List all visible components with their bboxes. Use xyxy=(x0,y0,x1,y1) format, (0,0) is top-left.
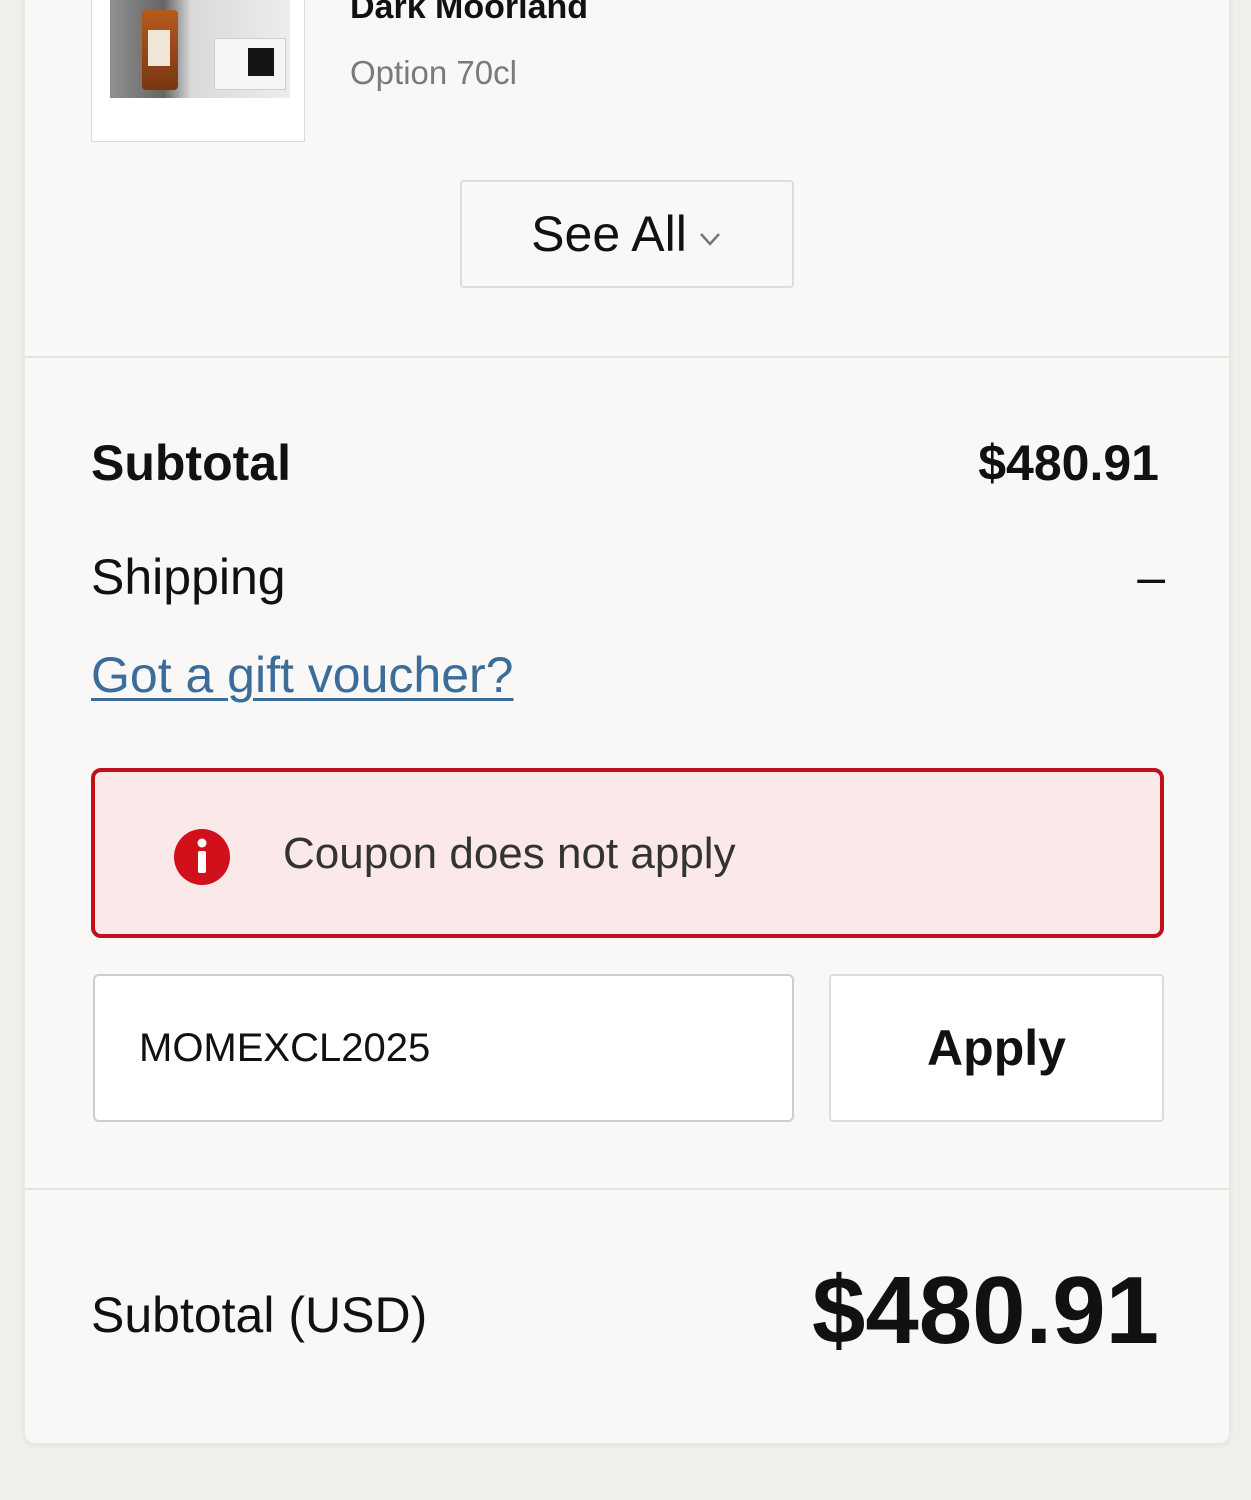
coupon-error-alert: Coupon does not apply xyxy=(91,768,1164,938)
subtotal-value: $480.91 xyxy=(978,435,1159,491)
product-box-logo-graphic xyxy=(248,48,274,76)
shipping-label: Shipping xyxy=(91,549,286,605)
total-label: Subtotal (USD) xyxy=(91,1287,428,1343)
chevron-down-icon xyxy=(699,233,720,246)
error-info-icon xyxy=(174,829,230,885)
see-all-button[interactable]: See All xyxy=(460,180,794,288)
gift-voucher-link[interactable]: Got a gift voucher? xyxy=(91,646,513,704)
coupon-code-input[interactable] xyxy=(93,974,794,1122)
section-divider xyxy=(25,356,1229,358)
shipping-value: – xyxy=(1137,549,1165,605)
product-name: Dark Moorland xyxy=(350,0,589,26)
product-image xyxy=(91,0,305,142)
subtotal-label: Subtotal xyxy=(91,435,291,491)
section-divider xyxy=(25,1188,1229,1190)
total-value: $480.91 xyxy=(811,1257,1159,1364)
see-all-label: See All xyxy=(531,206,687,262)
order-summary-card: Dark Moorland Option 70cl See All Subtot… xyxy=(24,0,1230,1443)
apply-coupon-button[interactable]: Apply xyxy=(829,974,1164,1122)
coupon-error-message: Coupon does not apply xyxy=(283,829,736,878)
product-label-graphic xyxy=(148,30,170,66)
product-option: Option 70cl xyxy=(350,54,517,91)
